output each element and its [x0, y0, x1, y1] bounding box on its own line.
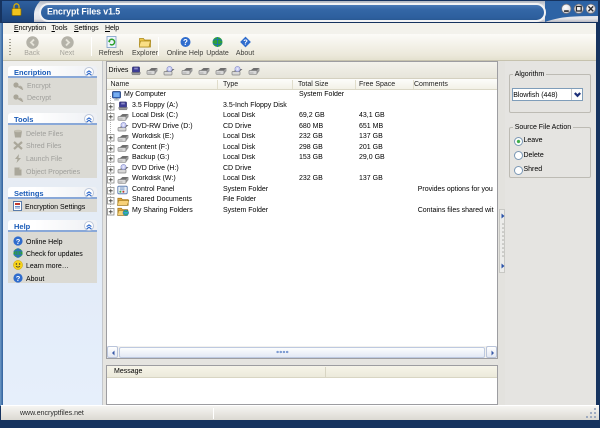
svg-text:?: ?	[16, 236, 21, 245]
svg-text:?: ?	[16, 273, 21, 282]
svg-text:Encrypt Files v1.5: Encrypt Files v1.5	[47, 7, 120, 17]
svg-text:?: ?	[183, 38, 188, 47]
svg-text:?: ?	[243, 38, 248, 47]
